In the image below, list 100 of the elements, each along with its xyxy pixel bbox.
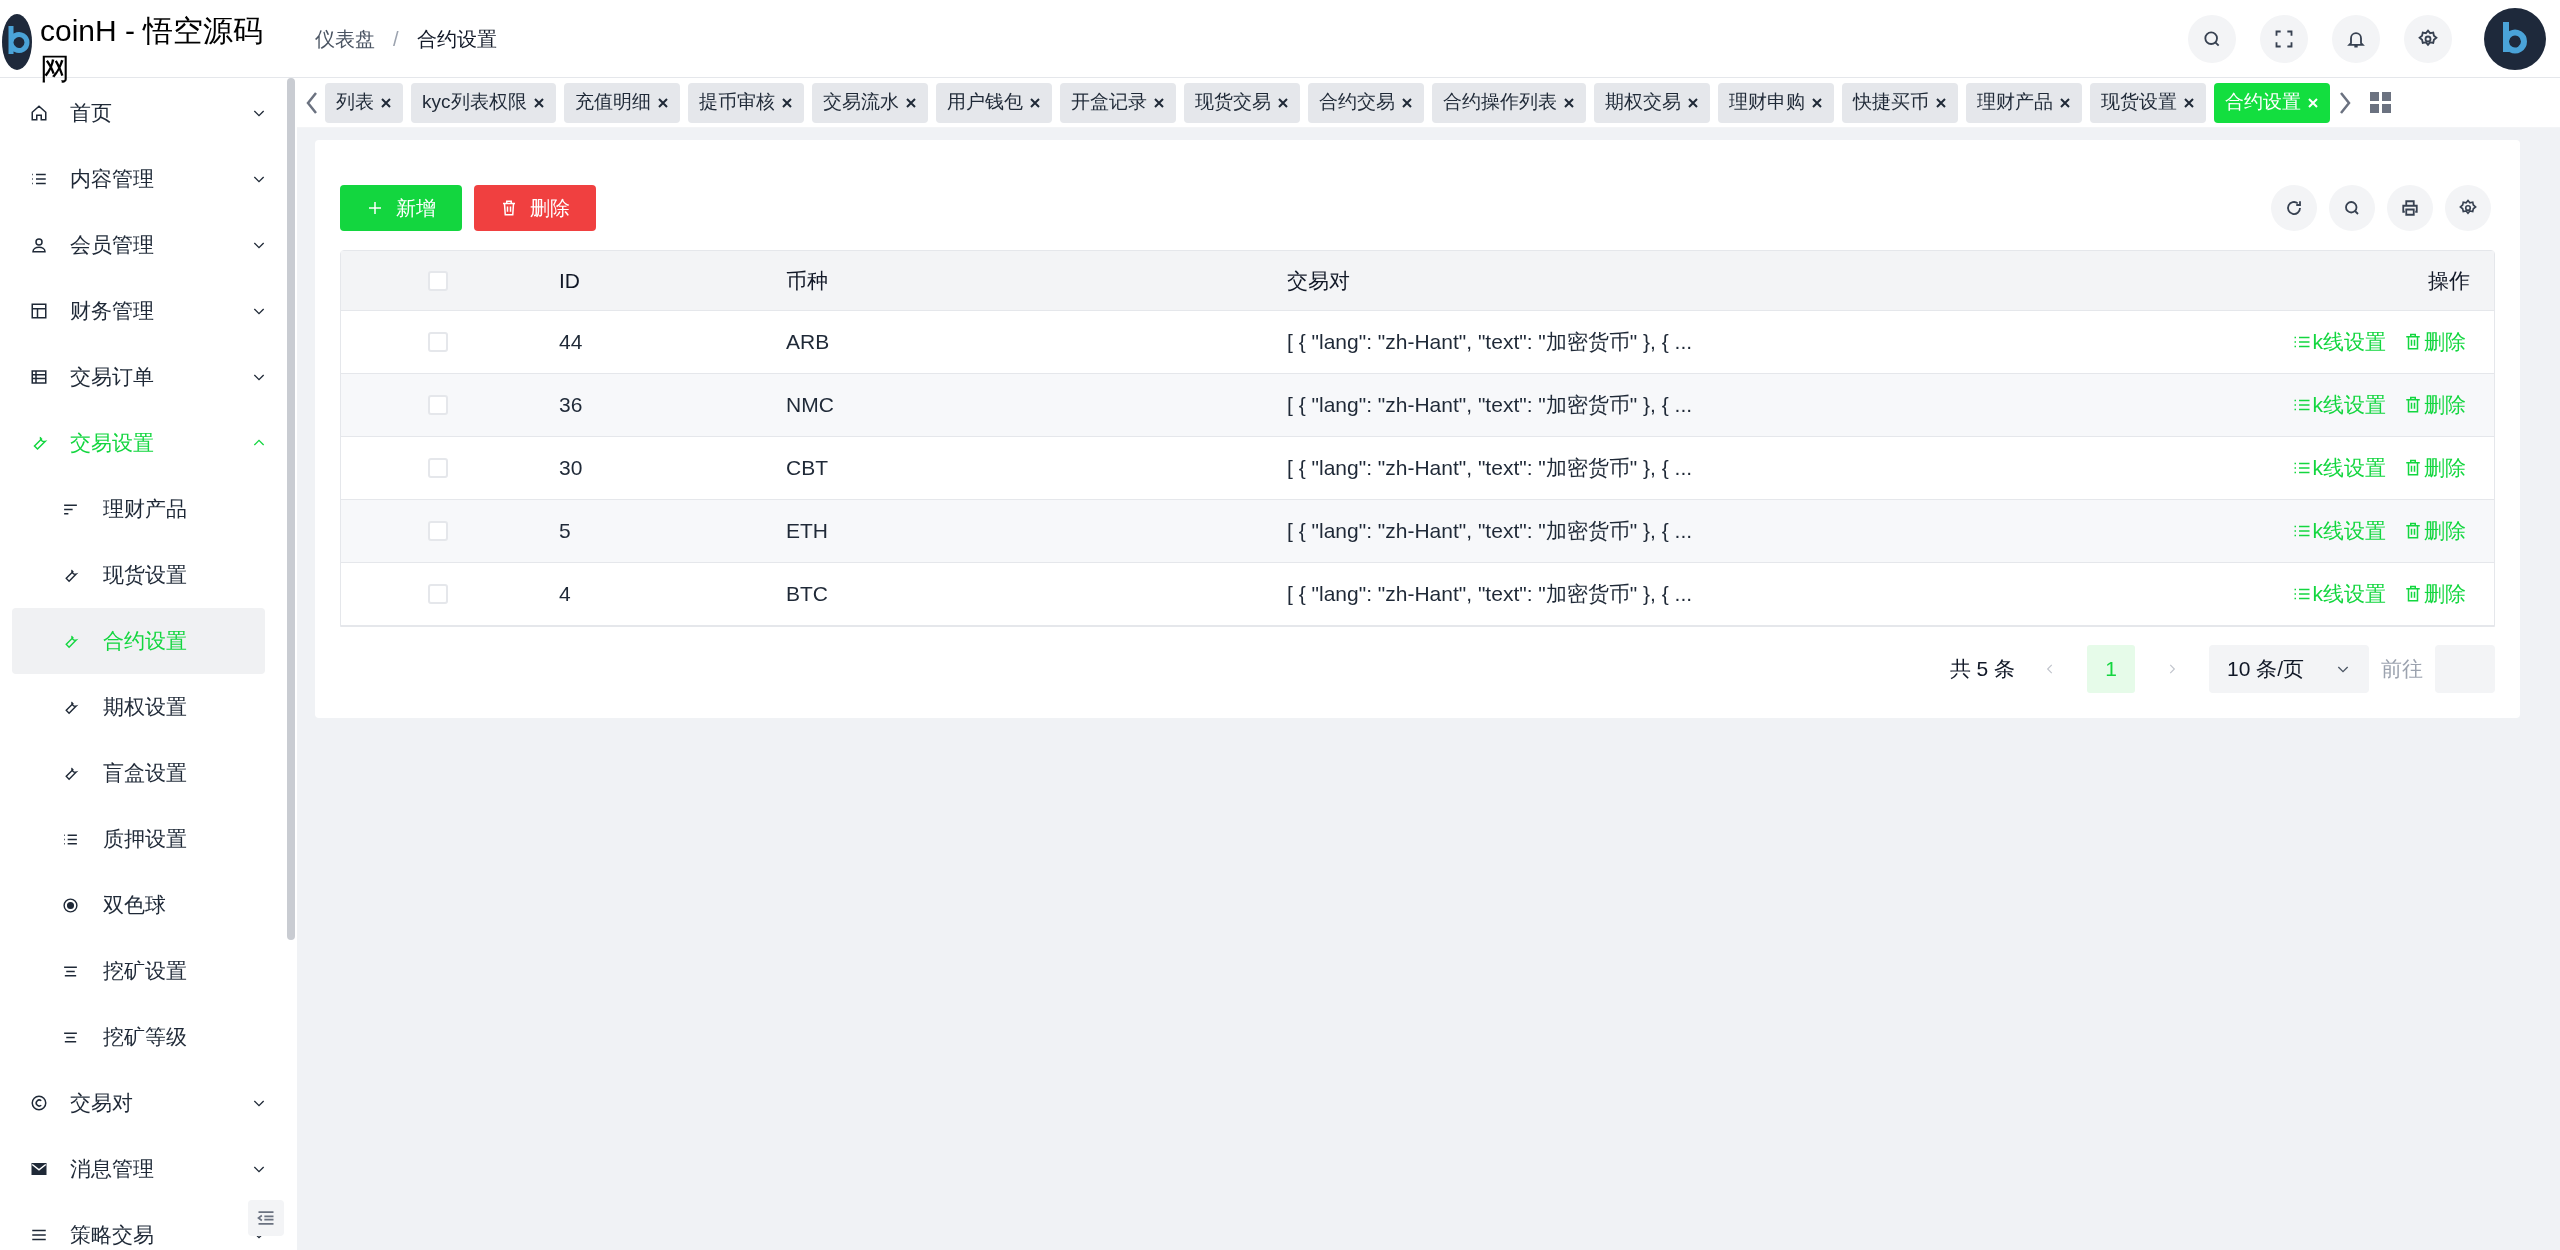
breadcrumb-separator: /	[393, 26, 399, 52]
sidebar-item[interactable]: 消息管理	[0, 1136, 277, 1202]
notification-button[interactable]	[2332, 14, 2380, 63]
table-cell-text: [ { "lang": "zh-Hant", "text": "加密货币" }, { ...	[1286, 581, 1694, 608]
tab[interactable]: 交易流水	[811, 82, 928, 123]
sidebar-item[interactable]: 交易订单	[0, 344, 277, 410]
settings-button[interactable]	[2404, 14, 2452, 63]
refresh-icon	[2285, 199, 2303, 217]
checkbox[interactable]	[428, 521, 448, 541]
tab[interactable]: 充值明细	[563, 82, 680, 123]
close-icon	[1028, 96, 1041, 109]
close-icon	[1562, 96, 1575, 109]
sidebar-subitem[interactable]: 理财产品	[12, 476, 265, 542]
tab[interactable]: 合约操作列表	[1431, 82, 1586, 123]
total-count: 共 5 条	[1949, 656, 2015, 683]
close-icon	[1686, 96, 1699, 109]
close-icon	[2306, 96, 2319, 109]
sidebar-subitem[interactable]: 期权设置	[12, 674, 265, 740]
close-icon	[2182, 96, 2195, 109]
checkbox[interactable]	[428, 270, 448, 291]
tab[interactable]: 期权交易	[1593, 82, 1710, 123]
column-header: 操作	[2428, 267, 2471, 294]
grid-icon[interactable]	[2369, 91, 2392, 114]
sidebar-item[interactable]: 内容管理	[0, 146, 277, 212]
logo-icon	[2, 12, 32, 72]
tab[interactable]: 现货设置	[2089, 82, 2206, 123]
checkbox[interactable]	[428, 584, 448, 604]
trash-icon	[2404, 522, 2422, 540]
table-cell-text: 30	[558, 455, 584, 482]
printer-icon	[2401, 199, 2419, 217]
table-cell-text: [ { "lang": "zh-Hant", "text": "加密货币" }, { ...	[1286, 455, 1694, 482]
search-button[interactable]	[2188, 14, 2236, 63]
table-cell-text: NMC	[785, 392, 835, 419]
scrollbar[interactable]	[287, 78, 295, 940]
delete-button[interactable]: 删除	[474, 185, 596, 231]
tab[interactable]: 理财申购	[1717, 82, 1834, 123]
table-cell-text: ARB	[785, 329, 831, 356]
column-header: 交易对	[1286, 267, 1351, 294]
sidebar-subitem[interactable]: 挖矿设置	[12, 938, 265, 1004]
sidebar-subitem[interactable]: 双色球	[12, 872, 265, 938]
print-button[interactable]	[2387, 185, 2433, 231]
table-cell-text: [ { "lang": "zh-Hant", "text": "加密货币" }, { ...	[1286, 518, 1694, 545]
trash-icon	[2404, 396, 2422, 414]
sidebar-item[interactable]: 财务管理	[0, 278, 277, 344]
goto-label: 前往	[2381, 656, 2423, 683]
close-icon	[1810, 96, 1823, 109]
close-icon	[532, 96, 545, 109]
close-icon	[780, 96, 793, 109]
close-icon	[1934, 96, 1947, 109]
checkbox[interactable]	[428, 458, 448, 478]
radio-icon	[62, 896, 79, 914]
site-title: coinH - 悟空源码网	[40, 13, 265, 87]
copyright-icon	[30, 1094, 48, 1112]
column-header: 币种	[785, 267, 829, 294]
table-cell-text: 4	[558, 581, 572, 608]
fullscreen-icon	[2274, 28, 2294, 49]
tab[interactable]: 列表	[325, 82, 403, 123]
sidebar-item[interactable]: 会员管理	[0, 212, 277, 278]
checkbox[interactable]	[428, 332, 448, 352]
avatar-icon[interactable]	[2484, 7, 2546, 70]
checkbox[interactable]	[428, 395, 448, 415]
refresh-button[interactable]	[2271, 185, 2317, 231]
user-icon	[30, 236, 48, 254]
tab[interactable]: 合约交易	[1307, 82, 1424, 123]
table-cell-text: [ { "lang": "zh-Hant", "text": "加密货币" }, { ...	[1286, 329, 1694, 356]
collapse-button[interactable]	[248, 1200, 284, 1236]
layout-icon	[30, 302, 48, 320]
sidebar-item[interactable]: 交易对	[0, 1070, 277, 1136]
close-icon	[2058, 96, 2071, 109]
home-icon	[30, 104, 48, 122]
search-icon	[2202, 28, 2222, 49]
tab[interactable]: 快捷买币	[1841, 82, 1958, 123]
table-cell-text: 44	[558, 329, 584, 356]
close-icon	[380, 96, 392, 109]
tab[interactable]: kyc列表权限	[411, 82, 556, 123]
tab[interactable]: 理财产品	[1965, 82, 2082, 123]
settings-button[interactable]	[2445, 185, 2491, 231]
close-icon	[904, 96, 917, 109]
mail-icon	[30, 1160, 48, 1178]
sidebar-subitem[interactable]: 现货设置	[12, 542, 265, 608]
trash-icon	[2404, 333, 2422, 351]
tab[interactable]: 提币审核	[687, 82, 804, 123]
sidebar-subitem[interactable]: 盲盒设置	[12, 740, 265, 806]
sidebar-subitem[interactable]: 挖矿等级	[12, 1004, 265, 1070]
trash-icon	[2404, 585, 2422, 603]
trash-icon	[2404, 459, 2422, 477]
table-cell-text: ETH	[785, 518, 829, 545]
close-icon	[1276, 96, 1289, 109]
search-icon	[2343, 199, 2361, 217]
table-cell-text: 5	[558, 518, 572, 545]
column-header: ID	[558, 267, 581, 294]
search-button[interactable]	[2329, 185, 2375, 231]
close-icon	[1152, 96, 1165, 109]
tab[interactable]: 开盒记录	[1059, 82, 1176, 123]
fullscreen-button[interactable]	[2260, 14, 2308, 63]
breadcrumb-link[interactable]: 仪表盘	[315, 23, 375, 54]
page-size-select[interactable]: 10 条/页	[2209, 645, 2369, 693]
tab[interactable]: 用户钱包	[935, 82, 1052, 123]
sidebar-subitem[interactable]: 质押设置	[12, 806, 265, 872]
tab[interactable]: 现货交易	[1183, 82, 1300, 123]
